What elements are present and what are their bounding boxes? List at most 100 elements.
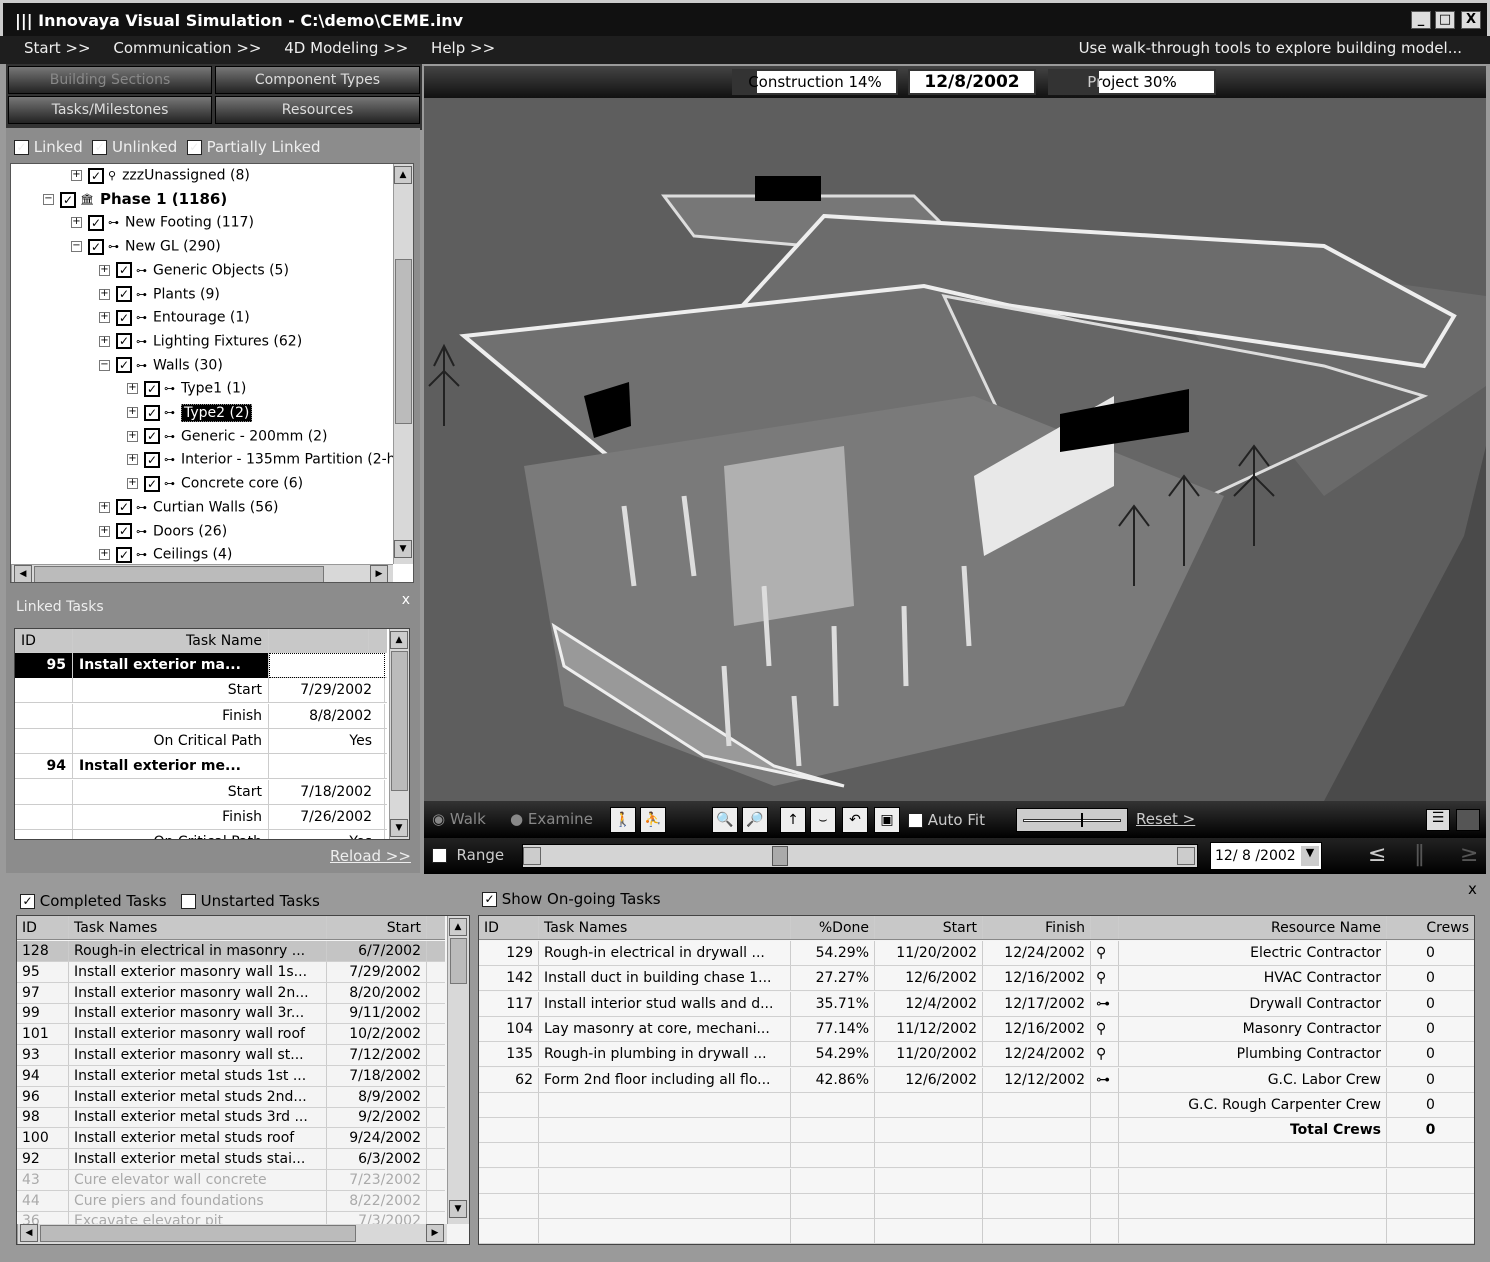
- table-row[interactable]: 44 Cure piers and foundations 8/22/2002: [17, 1190, 445, 1212]
- node-checkbox[interactable]: ✓: [116, 499, 132, 516]
- expander-icon[interactable]: −: [99, 359, 110, 371]
- completed-scrollbar[interactable]: ▲ ▼: [447, 916, 469, 1224]
- node-checkbox[interactable]: ✓: [116, 333, 132, 350]
- walk-radio[interactable]: ◉ Walk: [432, 810, 486, 828]
- node-checkbox[interactable]: ✓: [116, 546, 132, 563]
- node-checkbox[interactable]: ✓: [144, 451, 160, 468]
- expander-icon[interactable]: +: [99, 525, 110, 537]
- node-checkbox[interactable]: ✓: [88, 214, 104, 231]
- table-row[interactable]: 94 Install exterior metal studs 1st ... 7/…: [17, 1065, 445, 1087]
- expander-icon[interactable]: +: [99, 288, 110, 300]
- node-checkbox[interactable]: ✓: [116, 357, 132, 374]
- date-picker[interactable]: 12/ 8 /2002 ▼: [1210, 842, 1322, 870]
- unlinked-checkbox[interactable]: ✓: [92, 140, 108, 155]
- table-row[interactable]: 43 Cure elevator wall concrete 7/23/2002: [17, 1169, 445, 1191]
- column-percent-done[interactable]: %Done: [791, 916, 875, 939]
- menu-communication[interactable]: Communication >>: [113, 39, 261, 57]
- column-finish[interactable]: Finish: [983, 916, 1091, 939]
- tree-node[interactable]: + ✓ ⊶ Lighting Fixtures (62): [99, 330, 302, 353]
- column-start[interactable]: Start: [875, 916, 983, 939]
- partially-linked-checkbox[interactable]: ✓: [186, 140, 202, 155]
- panel-toggle-icon[interactable]: [1456, 809, 1480, 831]
- table-row[interactable]: 95 Install exterior masonry wall 1s... 7/2…: [17, 961, 445, 983]
- node-checkbox[interactable]: ✓: [116, 262, 132, 279]
- scroll-thumb[interactable]: [450, 938, 467, 984]
- column-type[interactable]: [1091, 916, 1119, 939]
- maximize-button[interactable]: □: [1435, 11, 1455, 29]
- tree-node[interactable]: + ✓ ⊶ Plants (9): [99, 283, 220, 306]
- tab-tasks-milestones[interactable]: Tasks/Milestones: [8, 96, 212, 124]
- range-checkbox[interactable]: Range: [432, 846, 504, 864]
- table-row[interactable]: 99 Install exterior masonry wall 3r... 9/1…: [17, 1003, 445, 1025]
- zoom-out-icon[interactable]: 🔎: [742, 807, 768, 833]
- table-row[interactable]: Start 7/29/2002: [15, 678, 387, 704]
- scroll-thumb[interactable]: [395, 259, 412, 424]
- minimize-button[interactable]: _: [1411, 11, 1431, 29]
- tree-node[interactable]: + ✓ ⊶ Doors (26): [99, 520, 227, 543]
- column-id[interactable]: ID: [15, 629, 73, 654]
- close-button[interactable]: X: [1461, 11, 1481, 29]
- pause-icon[interactable]: ‖: [1414, 842, 1425, 867]
- show-ongoing-checkbox[interactable]: ✓: [482, 892, 497, 907]
- expander-icon[interactable]: +: [99, 501, 110, 513]
- scroll-up-button[interactable]: ▲: [449, 918, 467, 936]
- table-row[interactable]: On Critical PathYes: [15, 830, 387, 839]
- table-row[interactable]: 62 Form 2nd floor including all flo... 42.…: [479, 1067, 1474, 1093]
- expander-icon[interactable]: +: [71, 170, 82, 181]
- tree-node[interactable]: + ✓ ⊶ Type2 (2): [127, 401, 253, 424]
- scroll-right-button[interactable]: ▶: [426, 1224, 444, 1242]
- speed-slider[interactable]: [1016, 808, 1128, 832]
- scroll-thumb[interactable]: [391, 651, 408, 791]
- auto-fit-checkbox[interactable]: Auto Fit: [908, 811, 985, 829]
- expander-icon[interactable]: +: [99, 335, 110, 347]
- table-row[interactable]: 101 Install exterior masonry wall roof 10/…: [17, 1024, 445, 1046]
- node-checkbox[interactable]: ✓: [116, 523, 132, 539]
- column-task-name[interactable]: Task Name: [73, 629, 269, 654]
- expander-icon[interactable]: +: [71, 217, 82, 229]
- table-row[interactable]: 100 Install exterior metal studs roof 9/24…: [17, 1128, 445, 1150]
- table-row[interactable]: 128 Rough-in electrical in masonry ... 6/7…: [17, 941, 445, 962]
- table-row[interactable]: 98 Install exterior metal studs 3rd ... 9/…: [17, 1107, 445, 1129]
- tree-node[interactable]: + ✓ ⚲ zzzUnassigned (8): [71, 164, 250, 187]
- expander-icon[interactable]: +: [127, 383, 138, 395]
- column-task-names[interactable]: Task Names: [69, 916, 327, 939]
- column-value[interactable]: [269, 629, 369, 654]
- menu-help[interactable]: Help >>: [431, 39, 495, 57]
- column-id[interactable]: ID: [17, 916, 69, 939]
- scroll-left-button[interactable]: ◀: [20, 1224, 38, 1242]
- scroll-down-button[interactable]: ▼: [449, 1200, 467, 1218]
- table-row[interactable]: G.C. Rough Carpenter Crew 0: [479, 1092, 1474, 1118]
- scroll-up-button[interactable]: ▲: [394, 166, 412, 184]
- scroll-left-button[interactable]: ◀: [14, 565, 32, 582]
- step-forward-icon[interactable]: ≥: [1460, 842, 1478, 867]
- expander-icon[interactable]: +: [99, 264, 110, 276]
- expander-icon[interactable]: +: [99, 312, 110, 324]
- tree-horizontal-scrollbar[interactable]: ◀ ▶: [11, 564, 393, 582]
- tree-node[interactable]: + ✓ ⊶ Concrete core (6): [127, 472, 303, 495]
- 3d-model-viewport[interactable]: [424, 66, 1486, 801]
- tree-node[interactable]: + ✓ ⊶ Interior - 135mm Partition (2-h: [127, 448, 396, 471]
- scroll-right-button[interactable]: ▶: [370, 565, 388, 582]
- layout-icon[interactable]: ☰: [1426, 809, 1450, 831]
- expander-icon[interactable]: −: [43, 194, 54, 206]
- node-checkbox[interactable]: ✓: [116, 286, 132, 302]
- tree-node[interactable]: + ✓ ⊶ Curtian Walls (56): [99, 496, 278, 519]
- table-row[interactable]: 135 Rough-in plumbing in drywall ... 54.29…: [479, 1042, 1474, 1068]
- table-row[interactable]: 96 Install exterior metal studs 2nd... 8/9…: [17, 1086, 445, 1108]
- scroll-down-button[interactable]: ▼: [394, 540, 412, 558]
- tree-node[interactable]: + ✓ ⊶ Ceilings (4): [99, 543, 232, 566]
- node-checkbox[interactable]: ✓: [88, 167, 104, 184]
- tree-node[interactable]: + ✓ ⊶ Generic Objects (5): [99, 259, 289, 282]
- table-row[interactable]: 93 Install exterior masonry wall st... 7/1…: [17, 1045, 445, 1066]
- scroll-thumb[interactable]: [40, 1225, 356, 1242]
- table-row[interactable]: 142 Install duct in building chase 1... 27…: [479, 966, 1474, 992]
- close-icon[interactable]: x: [1468, 880, 1477, 898]
- tree-node[interactable]: + ✓ ⊶ Type1 (1): [127, 377, 246, 400]
- tree-node[interactable]: + ✓ ⊶ Generic - 200mm (2): [127, 425, 328, 448]
- step-back-icon[interactable]: ≤: [1368, 842, 1386, 867]
- table-row[interactable]: 104 Lay masonry at core, mechani... 77.14%…: [479, 1016, 1474, 1042]
- menu-start[interactable]: Start >>: [24, 39, 91, 57]
- node-checkbox[interactable]: ✓: [60, 191, 76, 208]
- fly-person-icon[interactable]: ⛹: [640, 807, 666, 833]
- undo-view-icon[interactable]: ↶: [842, 807, 868, 833]
